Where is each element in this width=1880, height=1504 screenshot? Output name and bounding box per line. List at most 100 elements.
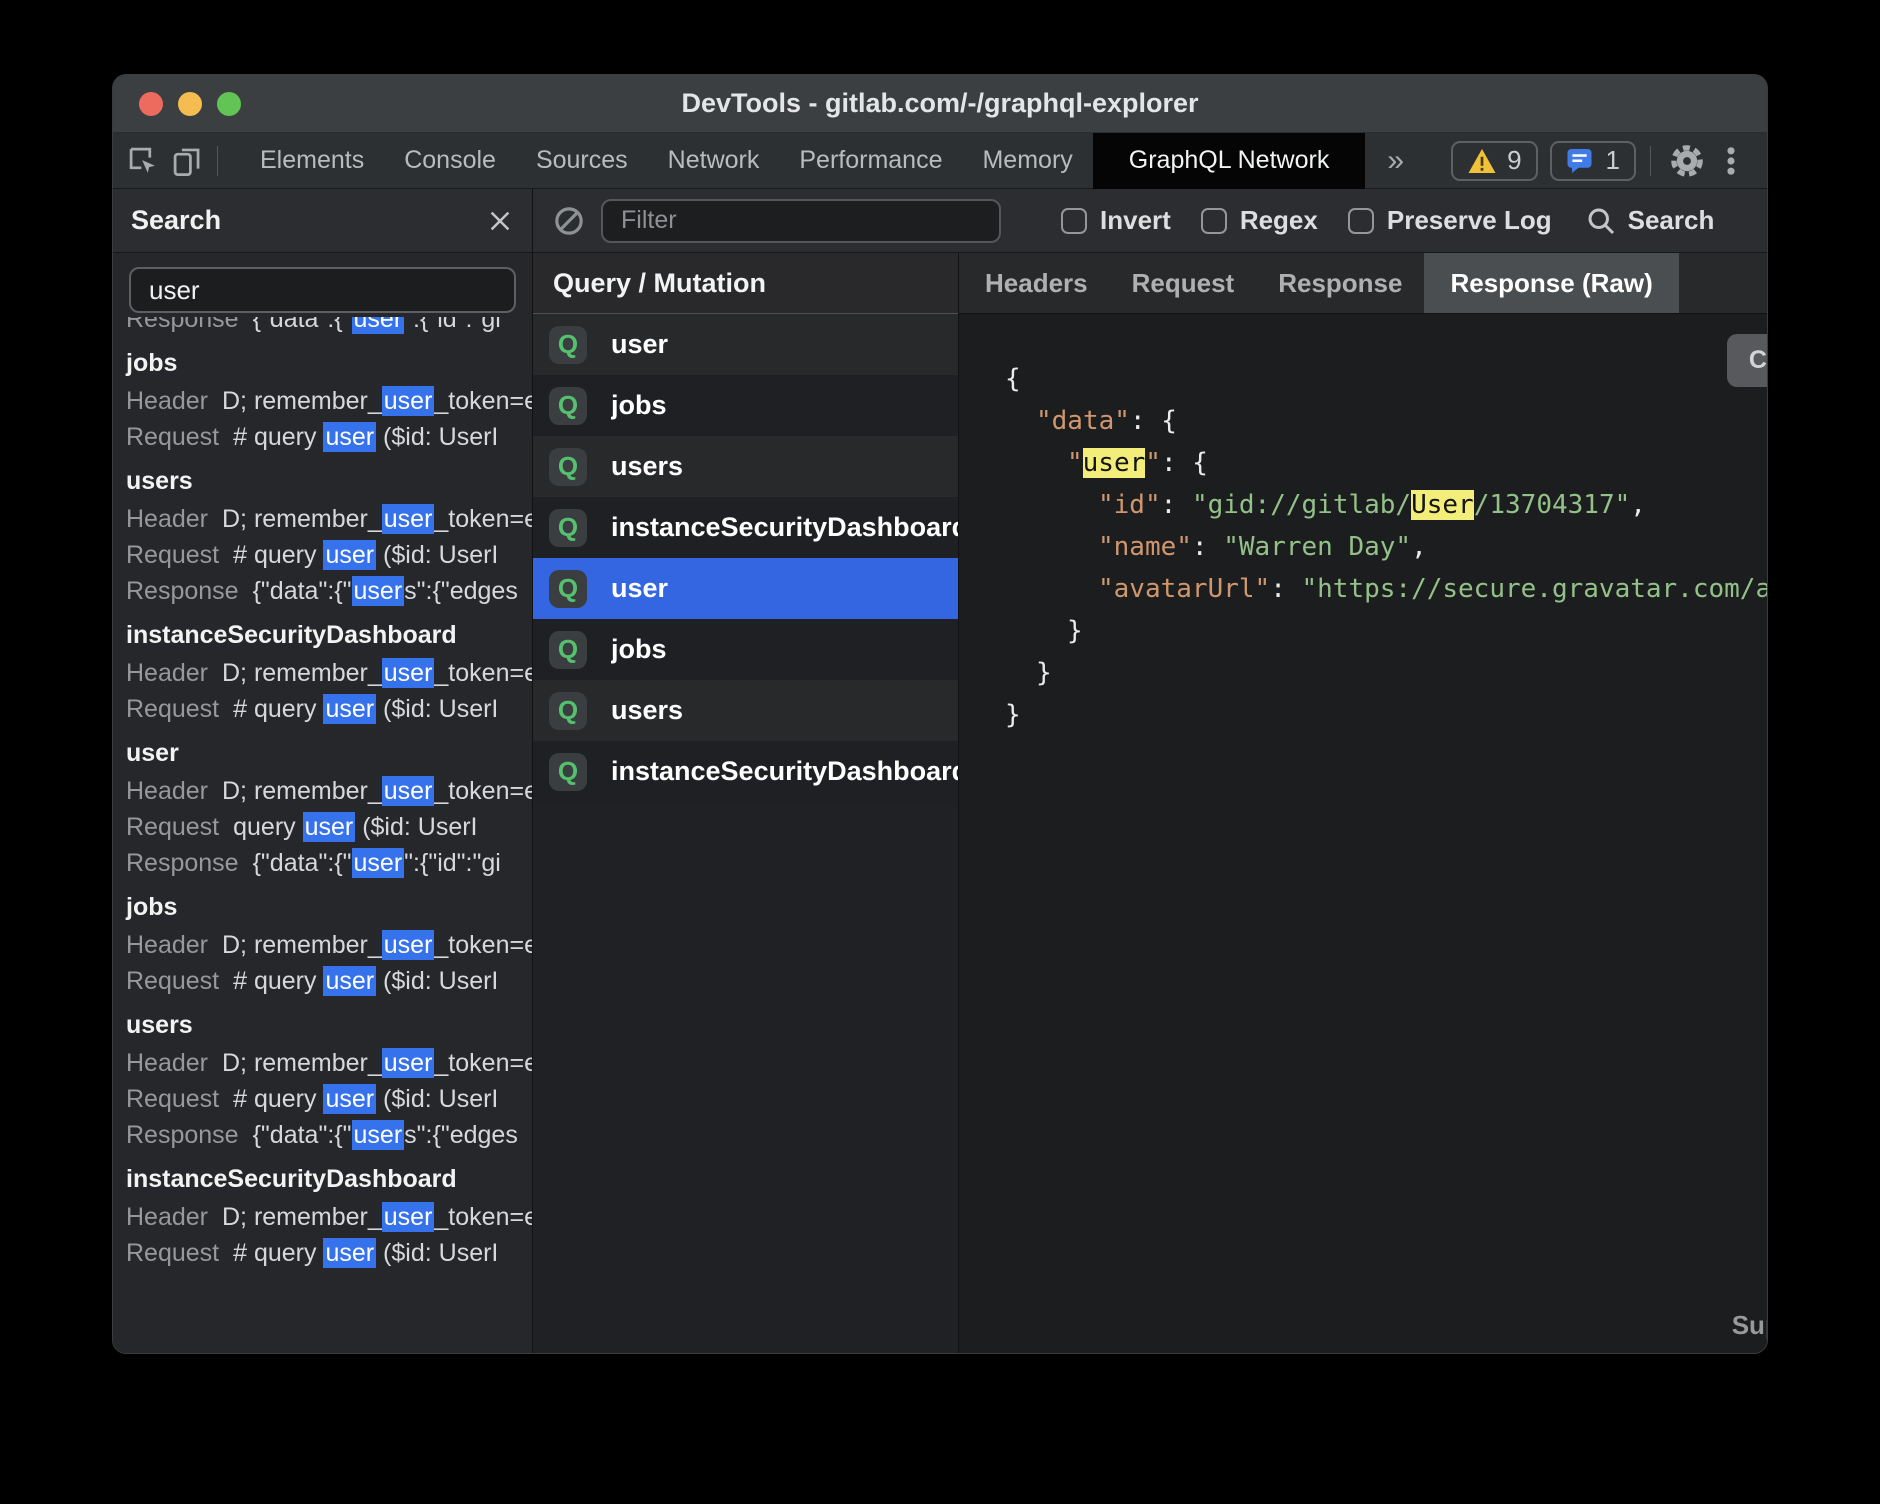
inspect-element-icon[interactable] [121,133,165,189]
result-line-label: Request [126,1085,219,1113]
console-message-icon [1566,147,1596,175]
search-result-line[interactable]: HeaderD; remember_user_token=e [126,383,532,419]
search-panel: Response{"data":{"user":{"id":"gijobsHea… [113,253,533,1353]
search-result-line[interactable]: Request# query user ($id: UserI [126,419,532,455]
result-line-text: # query [233,1085,323,1113]
json-token: : [1130,406,1161,436]
result-line-text: ($id: UserI [376,695,498,723]
messages-badge[interactable]: 1 [1550,141,1636,181]
json-token: "id" [1098,490,1161,520]
result-line-text: ($id: UserI [376,1239,498,1267]
query-label: user [611,573,668,604]
result-line-text: ($id: UserI [355,813,477,841]
search-result-line[interactable]: Request# query user ($id: UserI [126,963,532,999]
result-line-text: D; remember_ [222,505,382,533]
query-type-badge: Q [549,631,587,669]
badge-separator [1650,146,1651,176]
result-line-text: _token=e [434,931,532,959]
result-line-text: D; remember_ [222,659,382,687]
result-line-label: Response [126,1121,239,1149]
highlighted-match: user [323,1084,376,1114]
clear-filter-icon[interactable] [553,205,585,237]
search-result-line[interactable]: Requestquery user ($id: UserI [126,809,532,845]
checkbox-preserve-log[interactable]: Preserve Log [1348,205,1552,236]
devtools-tabbar: ElementsConsoleSourcesNetworkPerformance… [113,133,1767,189]
result-line-text: D; remember_ [222,1203,382,1231]
json-token: , [1630,490,1646,520]
result-group-title: instanceSecurityDashboard [126,1159,532,1199]
query-list-item[interactable]: Quser [533,314,958,375]
checkbox-box [1348,208,1374,234]
search-input[interactable] [129,267,516,313]
json-token: } [1067,616,1083,646]
result-line-label: Request [126,967,219,995]
close-search-icon[interactable] [486,207,514,235]
json-token: "avatarUrl" [1098,574,1270,604]
detail-tab-headers[interactable]: Headers [963,253,1110,313]
tabbar-right: 9 1 [1439,133,1753,189]
result-line-text: _token=e [434,1203,532,1231]
search-result-line[interactable]: HeaderD; remember_user_token=e [126,927,532,963]
detail-tab-response-raw[interactable]: Response (Raw) [1424,253,1678,313]
search-result-line[interactable]: HeaderD; remember_user_token=e [126,1045,532,1081]
search-result-line[interactable]: HeaderD; remember_user_token=e [126,655,532,691]
search-result-line[interactable]: Request# query user ($id: UserI [126,1235,532,1271]
highlighted-match: user [382,504,435,534]
search-result-line[interactable]: Response{"data":{"user":{"id":"gi [126,845,532,881]
search-result-line[interactable]: HeaderD; remember_user_token=e [126,773,532,809]
query-label: user [611,329,668,360]
query-list-item[interactable]: Qusers [533,680,958,741]
result-line-text: D; remember_ [222,931,382,959]
copy-button[interactable]: Copy [1727,334,1768,387]
result-line-label: Header [126,1203,208,1231]
kebab-menu-icon[interactable] [1709,133,1753,189]
more-tabs-chevron-icon[interactable]: » [1365,133,1426,189]
query-list-item[interactable]: QinstanceSecurityDashboard [533,741,958,802]
json-line: "user": { [1005,442,1768,484]
query-list-item[interactable]: Qusers [533,436,958,497]
detail-tabs: HeadersRequestResponseResponse (Raw) [963,253,1679,313]
result-line-text: _token=e [434,1049,532,1077]
tab-graphql-network[interactable]: GraphQL Network [1093,133,1366,189]
search-result-line[interactable]: Request# query user ($id: UserI [126,1081,532,1117]
detail-tab-response[interactable]: Response [1256,253,1424,313]
result-line-label: Request [126,1239,219,1267]
search-result-line[interactable]: Request# query user ($id: UserI [126,691,532,727]
search-box [129,267,516,313]
checkbox-regex[interactable]: Regex [1201,205,1318,236]
devtools-tabs: ElementsConsoleSourcesNetworkPerformance… [240,133,1426,189]
highlighted-match: user [382,930,435,960]
tab-sources[interactable]: Sources [516,133,648,189]
query-list-item[interactable]: Qjobs [533,619,958,680]
query-list-item[interactable]: QinstanceSecurityDashboard [533,497,958,558]
search-result-line[interactable]: Response{"data":{"users":{"edges [126,1117,532,1153]
result-line-text: {"data":{" [253,849,352,877]
result-line-text: query [233,813,302,841]
tab-console[interactable]: Console [384,133,516,189]
settings-gear-icon[interactable] [1665,133,1709,189]
highlighted-match: user [323,422,376,452]
search-result-line[interactable]: HeaderD; remember_user_token=e [126,1199,532,1235]
search-result-line[interactable]: Response{"data":{"users":{"edges [126,573,532,609]
query-list-item[interactable]: Qjobs [533,375,958,436]
search-button[interactable]: Search [1586,205,1715,236]
search-result-group: instanceSecurityDashboardHeaderD; rememb… [126,615,532,727]
search-result-line[interactable]: Request# query user ($id: UserI [126,537,532,573]
query-list-item[interactable]: Quser [533,558,958,619]
checkbox-invert[interactable]: Invert [1061,205,1171,236]
result-line-text: ":{"id":"gi [404,849,501,877]
checkbox-box [1201,208,1227,234]
search-result-line[interactable]: HeaderD; remember_user_token=e [126,501,532,537]
detail-tab-request[interactable]: Request [1110,253,1257,313]
support-link[interactable]: Support [1732,1310,1768,1341]
filter-input[interactable] [601,199,1001,243]
tab-performance[interactable]: Performance [779,133,962,189]
result-line-label: Response [126,849,239,877]
device-toolbar-icon[interactable] [165,133,209,189]
tab-memory[interactable]: Memory [962,133,1092,189]
result-line-text: # query [233,1239,323,1267]
tab-elements[interactable]: Elements [240,133,384,189]
warnings-badge[interactable]: 9 [1451,141,1537,181]
search-result-line[interactable]: Response{"data":{"user":{"id":"gi [126,317,532,337]
tab-network[interactable]: Network [648,133,780,189]
